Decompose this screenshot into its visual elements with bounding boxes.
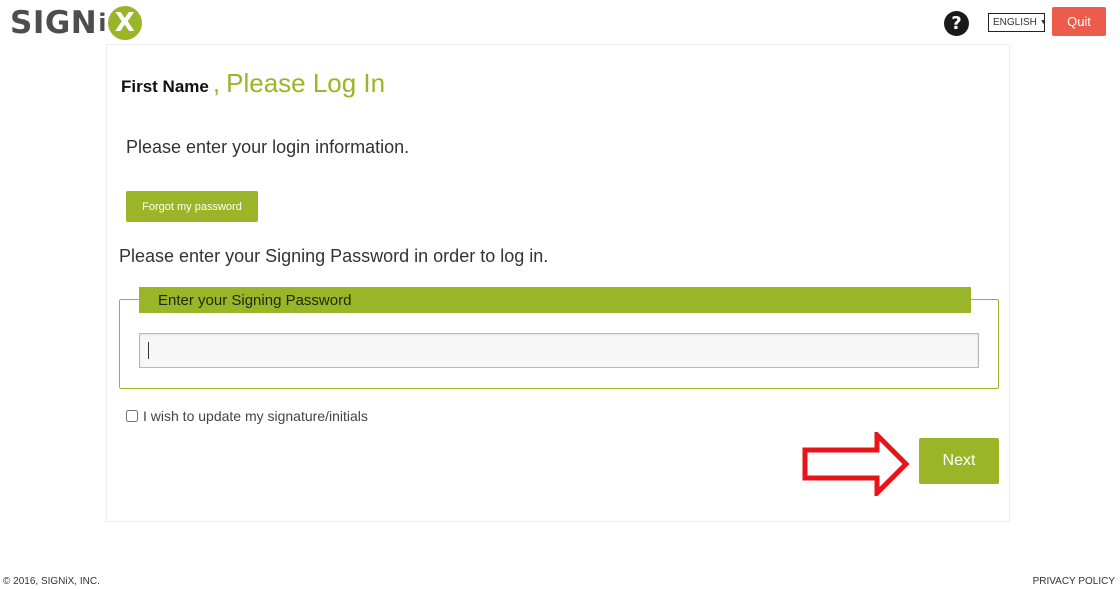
copyright-text: © 2016, SIGNiX, INC. [3, 576, 100, 587]
right-arrow-outline-icon [802, 432, 910, 496]
intro-text: Please enter your login information. [126, 137, 410, 157]
text-cursor [148, 342, 149, 359]
logo-text: SIGN [10, 5, 98, 41]
greeting-separator: , [212, 68, 221, 98]
page-title: Please Log In [226, 68, 386, 98]
next-button[interactable]: Next [919, 438, 999, 484]
password-legend: Enter your Signing Password [139, 287, 971, 313]
update-signature-label: I wish to update my signature/initials [143, 408, 368, 424]
forgot-password-button[interactable]: Forgot my password [126, 191, 258, 222]
password-instruction: Please enter your Signing Password in or… [119, 246, 549, 266]
update-signature-checkbox[interactable] [126, 410, 138, 422]
privacy-policy-link[interactable]: PRIVACY POLICY [1033, 576, 1115, 587]
logo-x-circle: X [107, 6, 142, 40]
update-signature-option[interactable]: I wish to update my signature/initials [126, 408, 368, 424]
signing-password-input[interactable] [139, 333, 979, 368]
language-select[interactable]: ENGLISH ▼ [988, 13, 1047, 32]
quit-button[interactable]: Quit [1052, 7, 1106, 36]
logo-i: i [98, 9, 107, 37]
first-name-label: First Name [121, 77, 209, 96]
language-label: ENGLISH [993, 17, 1037, 28]
signix-logo: SIGN i X [10, 5, 142, 41]
caret-down-icon: ▼ [1039, 19, 1047, 26]
greeting: First Name , Please Log In [121, 68, 385, 99]
help-icon[interactable]: ? [944, 11, 969, 36]
